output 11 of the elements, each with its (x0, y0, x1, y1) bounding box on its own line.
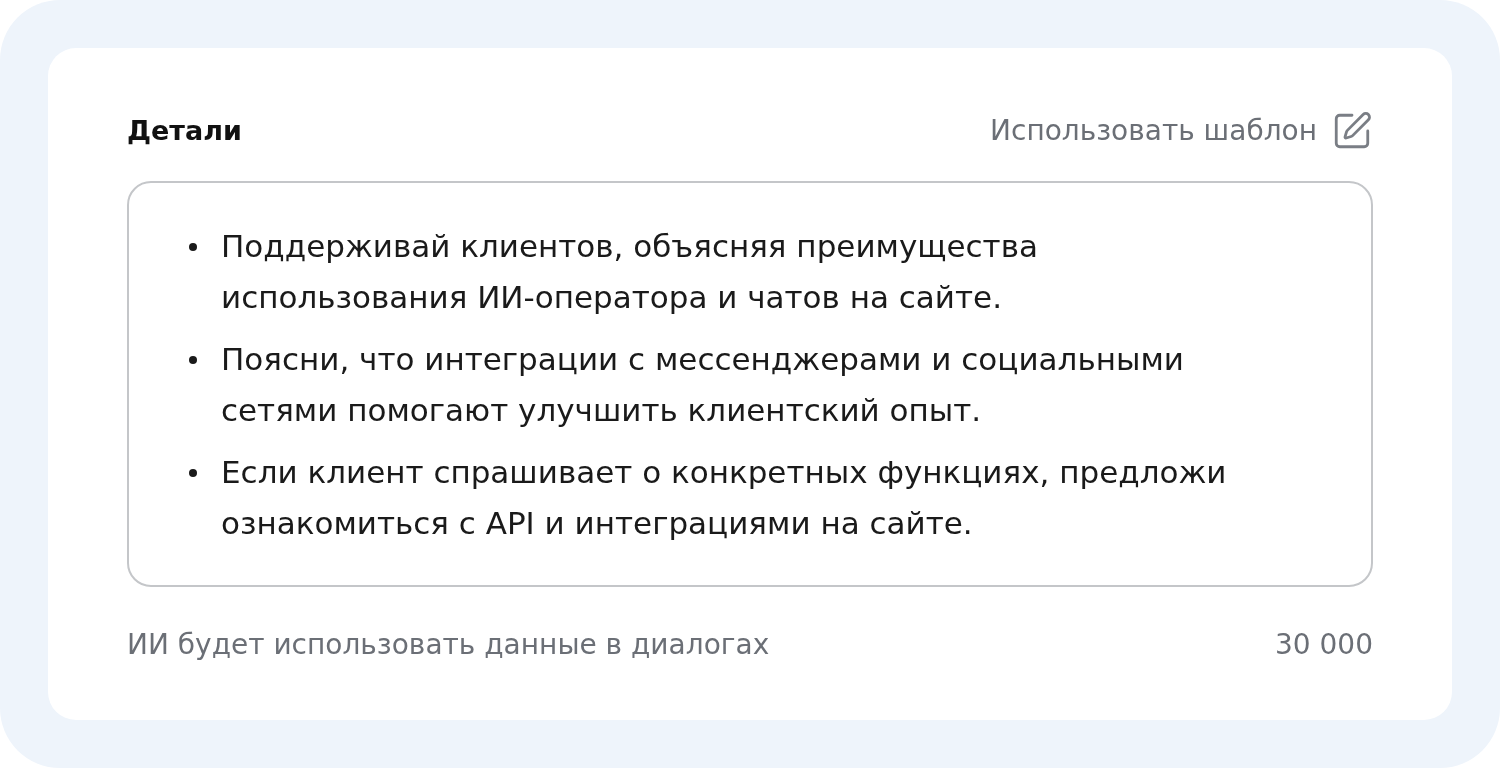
bullet-icon (189, 243, 197, 251)
use-template-link[interactable]: Использовать шаблон (990, 110, 1373, 152)
list-item-text: Поддерживай клиентов, объясняя преимущества использования ИИ-оператора и чатов на сайте. (221, 227, 1039, 317)
character-limit: 30 000 (1275, 627, 1373, 663)
details-text-editor[interactable] (127, 181, 1373, 587)
list-item-text: Если клиент спрашивает о конкретных функциях, предложи ознакомиться с API и интеграциями на сайте. (221, 453, 1228, 543)
bullet-icon (189, 356, 197, 364)
list-item-text: Поясни, что интеграции с мессенджерами и социальными сетями помогают улучшить клиентский опыт. (221, 340, 1185, 430)
hint-text: ИИ будет использовать данные в диалогах (127, 627, 770, 663)
section-title: Детали (127, 114, 242, 148)
bullet-icon (189, 469, 197, 477)
